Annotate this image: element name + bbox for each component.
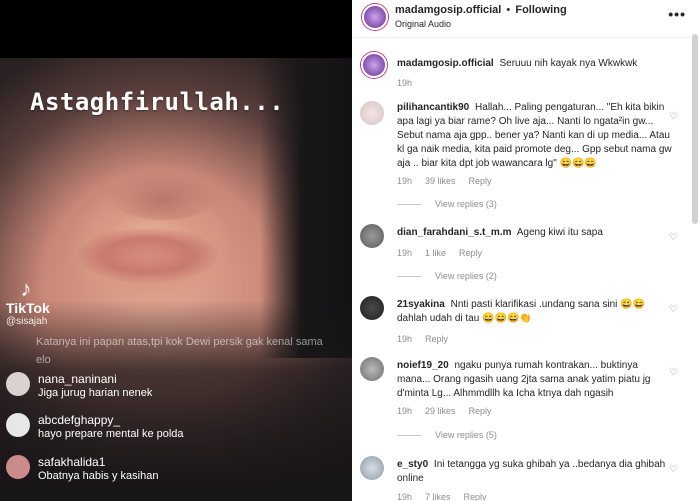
live-comment-text: Obatnya habis y kasihan	[38, 470, 159, 482]
author-avatar[interactable]	[362, 4, 388, 30]
comment-time: 19h	[397, 248, 413, 258]
avatar	[6, 372, 30, 396]
follow-status-button[interactable]: Following	[515, 4, 566, 16]
live-comment-user: abcdefghappy_	[38, 413, 121, 427]
like-heart-icon[interactable]: ♡	[669, 464, 678, 475]
post-media[interactable]: Astaghfirullah... ♪ TikTok @sisajah Kata…	[0, 0, 352, 501]
avatar[interactable]	[360, 296, 384, 320]
live-comment: safakhalida1 Obatnya habis y kasihan	[0, 455, 158, 483]
scrollbar-thumb[interactable]	[692, 34, 698, 224]
like-heart-icon[interactable]: ♡	[669, 367, 678, 378]
comment-text: Ini tetangga yg suka ghibah ya ..bedanya…	[397, 459, 666, 484]
avatar	[6, 413, 30, 437]
comment-time: 19h	[397, 492, 413, 501]
avatar[interactable]	[360, 224, 384, 248]
live-comment-faded: Katanya ini papan atas,tpi kok Dewi pers…	[36, 332, 336, 368]
comments-scrollbar[interactable]	[690, 0, 700, 501]
post-details-panel: madamgosip.official • Following Original…	[352, 0, 700, 501]
divider-line	[397, 434, 421, 436]
live-comment-user: safakhalida1	[38, 455, 106, 469]
comment-likes[interactable]: 1 like	[425, 248, 446, 258]
comment-likes[interactable]: 7 likes	[425, 492, 451, 501]
audio-label[interactable]: Original Audio	[395, 19, 451, 29]
caption-avatar[interactable]	[361, 52, 387, 78]
video-nose-region	[108, 170, 218, 220]
tiktok-handle: @sisajah	[6, 316, 48, 327]
comment-time: 19h	[397, 176, 413, 186]
comment-likes[interactable]: 29 likes	[425, 406, 456, 416]
reply-button[interactable]: Reply	[459, 248, 482, 258]
post-header-title: madamgosip.official • Following	[395, 4, 567, 16]
more-options-icon[interactable]: •••	[668, 6, 686, 22]
reply-button[interactable]: Reply	[425, 334, 448, 344]
reply-button[interactable]: Reply	[469, 406, 492, 416]
caption-text: Seruuu nih kayak nya Wkwkwk	[499, 58, 638, 69]
comment-user[interactable]: e_sty0	[397, 459, 428, 470]
live-comment-user: nana_naninani	[38, 372, 117, 386]
caption-user[interactable]: madamgosip.official	[397, 58, 494, 69]
avatar	[6, 455, 30, 479]
caption-time: 19h	[397, 78, 413, 88]
like-heart-icon[interactable]: ♡	[669, 232, 678, 243]
comment-user[interactable]: dian_farahdani_s.t_m.m	[397, 227, 511, 238]
post-header: madamgosip.official • Following Original…	[352, 0, 700, 38]
avatar[interactable]	[360, 456, 384, 480]
comment-user[interactable]: 21syakina	[397, 299, 445, 310]
comment-time: 19h	[397, 334, 413, 344]
tiktok-watermark: ♪ TikTok @sisajah	[6, 276, 66, 328]
video-overlay-title: Astaghfirullah...	[30, 88, 285, 116]
divider-line	[397, 275, 421, 277]
live-comment: abcdefghappy_ hayo prepare mental ke pol…	[0, 413, 184, 441]
header-separator: •	[506, 4, 511, 16]
reply-button[interactable]: Reply	[469, 176, 492, 186]
view-replies-button[interactable]: View replies (5)	[397, 430, 497, 440]
tiktok-brand: TikTok	[6, 300, 50, 316]
view-replies-button[interactable]: View replies (2)	[397, 271, 497, 281]
live-comment: nana_naninani Jiga jurug harian nenek	[0, 372, 152, 400]
like-heart-icon[interactable]: ♡	[669, 111, 678, 122]
author-username[interactable]: madamgosip.official	[395, 4, 501, 16]
like-heart-icon[interactable]: ♡	[669, 304, 678, 315]
live-comment-text: hayo prepare mental ke polda	[38, 428, 184, 440]
avatar[interactable]	[360, 101, 384, 125]
view-replies-label[interactable]: View replies (5)	[435, 430, 497, 440]
view-replies-label[interactable]: View replies (2)	[435, 271, 497, 281]
live-comment-faded-text: Katanya ini papan atas,tpi kok Dewi pers…	[36, 336, 323, 366]
divider-line	[397, 203, 421, 205]
comment-likes[interactable]: 39 likes	[425, 176, 456, 186]
view-replies-label[interactable]: View replies (3)	[435, 199, 497, 209]
reply-button[interactable]: Reply	[464, 492, 487, 501]
comment-text: Ageng kiwi itu sapa	[516, 227, 603, 238]
avatar[interactable]	[360, 357, 384, 381]
video-lips-region	[78, 228, 218, 283]
comment-user[interactable]: noief19_20	[397, 360, 449, 371]
tiktok-logo-icon: ♪	[20, 276, 32, 301]
comment-time: 19h	[397, 406, 413, 416]
comment-user[interactable]: pilihancantik90	[397, 102, 469, 113]
view-replies-button[interactable]: View replies (3)	[397, 199, 497, 209]
live-comment-text: Jiga jurug harian nenek	[38, 387, 153, 399]
